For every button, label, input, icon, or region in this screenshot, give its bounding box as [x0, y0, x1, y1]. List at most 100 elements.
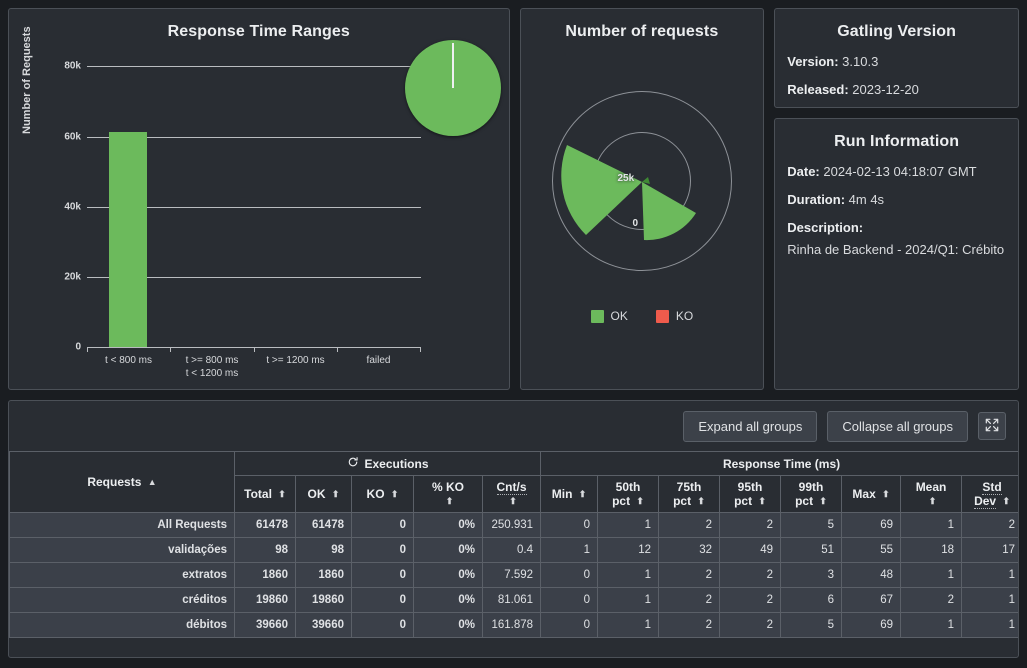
cell-p50: 12 — [597, 537, 660, 563]
column-header-pct-ko[interactable]: % KO ⬆︎ — [413, 475, 483, 513]
column-header-p99-label1: 99th — [798, 480, 824, 494]
cell-max: 55 — [841, 537, 902, 563]
cell-std-dev: 1 — [961, 612, 1018, 638]
cell-total: 1860 — [234, 562, 296, 588]
polar-wedges[interactable] — [521, 61, 766, 311]
cell-std-dev: 2 — [961, 512, 1018, 538]
legend-item-ok[interactable]: OK — [590, 309, 628, 323]
cell-request-name[interactable]: extratos — [9, 562, 235, 588]
cell-min: 0 — [540, 612, 599, 638]
cell-p50: 1 — [597, 512, 660, 538]
legend-item-ko[interactable]: KO — [655, 309, 693, 323]
column-header-p75-label1: 75th — [676, 480, 702, 494]
cell-request-name[interactable]: débitos — [9, 612, 235, 638]
table-row[interactable]: débitos 39660 39660 0 0% 161.878 0 1 2 2… — [9, 612, 1018, 638]
cell-pct-ko: 0% — [413, 612, 483, 638]
pie-slice-divider — [452, 43, 454, 88]
date-row: Date: 2024-02-13 04:18:07 GMT — [787, 161, 1006, 183]
polar-label-0: 0 — [632, 218, 639, 229]
number-of-requests-title: Number of requests — [565, 23, 719, 40]
number-of-requests-legend: OK KO — [521, 309, 764, 323]
column-header-max[interactable]: Max ⬆︎ — [841, 475, 902, 513]
table-row[interactable]: extratos 1860 1860 0 0% 7.592 0 1 2 2 3 … — [9, 562, 1018, 588]
cell-cnt-s: 161.878 — [481, 612, 542, 638]
sort-toggle-icon: ⬆︎ — [1002, 496, 1010, 507]
response-time-ranges-panel: Response Time Ranges Number of Requests … — [8, 8, 510, 390]
column-header-p50[interactable]: 50th pct ⬆︎ — [597, 475, 660, 513]
column-header-mean[interactable]: Mean ⬆︎ — [900, 475, 963, 513]
sort-toggle-icon: ⬆︎ — [819, 496, 827, 507]
cell-request-name[interactable]: All Requests — [9, 512, 235, 538]
response-time-ranges-pie[interactable] — [405, 40, 501, 136]
column-header-p99[interactable]: 99th pct ⬆︎ — [780, 475, 843, 513]
column-header-pct-ko-label2: KO — [446, 480, 464, 494]
table-row[interactable]: All Requests 61478 61478 0 0% 250.931 0 … — [9, 512, 1018, 538]
y-tick-60k: 60k — [64, 131, 81, 143]
cell-p95: 2 — [719, 512, 782, 538]
cell-total: 39660 — [234, 612, 296, 638]
cell-pct-ko: 0% — [413, 512, 483, 538]
column-header-cnt-s[interactable]: Cnt/s ⬆︎ — [481, 475, 542, 513]
x-label-1-line1: t >= 800 ms — [185, 355, 239, 366]
bar-t-lt-800ms[interactable] — [109, 132, 147, 347]
cell-request-name[interactable]: créditos — [9, 587, 235, 613]
collapse-all-groups-button[interactable]: Collapse all groups — [827, 410, 968, 442]
column-header-requests[interactable]: Requests ▲ — [9, 451, 235, 513]
cell-ok: 61478 — [295, 512, 352, 538]
column-header-ok[interactable]: OK ⬆︎ — [295, 475, 352, 513]
table-group-header-row: Requests ▲ Executions Response Time (ms) — [9, 451, 1018, 513]
x-sep-4 — [420, 347, 421, 352]
column-header-p50-label1: 50th — [615, 480, 641, 494]
cell-ok: 98 — [295, 537, 352, 563]
cell-min: 1 — [540, 537, 599, 563]
group-header-response-time: Response Time (ms) — [540, 451, 1018, 476]
sort-toggle-icon: ⬆︎ — [331, 489, 340, 500]
column-header-std-dev[interactable]: Std Dev ⬆︎ — [961, 475, 1018, 513]
released-value: 2023-12-20 — [852, 82, 919, 97]
cell-mean: 18 — [900, 537, 963, 563]
polar-label-25k: 25k — [617, 173, 635, 184]
cell-total: 98 — [234, 537, 296, 563]
column-header-min[interactable]: Min ⬆︎ — [540, 475, 599, 513]
column-header-ko[interactable]: KO ⬆︎ — [351, 475, 414, 513]
x-label-0: t < 800 ms — [105, 355, 152, 366]
date-label: Date: — [787, 164, 820, 179]
column-header-p95-label1: 95th — [737, 480, 763, 494]
column-header-p95[interactable]: 95th pct ⬆︎ — [719, 475, 782, 513]
cell-p99: 6 — [780, 587, 843, 613]
table-row[interactable]: créditos 19860 19860 0 0% 81.061 0 1 2 2… — [9, 587, 1018, 613]
cell-p50: 1 — [597, 587, 660, 613]
column-header-p75-label2: pct — [673, 494, 692, 508]
requests-statistics-table: Requests ▲ Executions Response Time (ms)… — [9, 451, 1018, 638]
column-header-p75[interactable]: 75th pct ⬆︎ — [658, 475, 721, 513]
cell-max: 69 — [841, 512, 902, 538]
cell-p75: 2 — [658, 612, 721, 638]
cell-p95: 2 — [719, 612, 782, 638]
version-label: Version: — [787, 54, 839, 69]
legend-label-ok: OK — [610, 309, 628, 323]
column-header-p95-label2: pct — [734, 494, 753, 508]
y-tick-0: 0 — [75, 341, 81, 353]
x-sep-1 — [170, 347, 171, 352]
expand-all-groups-button[interactable]: Expand all groups — [683, 410, 818, 442]
cell-ok: 39660 — [295, 612, 352, 638]
bar-chart-y-axis-label: Number of Requests — [21, 26, 33, 134]
x-sep-2 — [254, 347, 255, 352]
gatling-version-body: Version: 3.10.3 Released: 2023-12-20 — [775, 41, 1018, 111]
version-value: 3.10.3 — [842, 54, 879, 69]
cell-request-name[interactable]: validações — [9, 537, 235, 563]
cell-min: 0 — [540, 562, 599, 588]
column-header-total[interactable]: Total ⬆︎ — [234, 475, 296, 513]
column-header-ok-label: OK — [307, 487, 326, 501]
gridline-80k — [87, 66, 421, 67]
cell-p75: 2 — [658, 512, 721, 538]
cell-total: 19860 — [234, 587, 296, 613]
sort-asc-icon: ▲ — [147, 477, 157, 488]
cell-p50: 1 — [597, 562, 660, 588]
cell-std-dev: 1 — [961, 562, 1018, 588]
table-body: All Requests 61478 61478 0 0% 250.931 0 … — [9, 512, 1018, 638]
fullscreen-button[interactable] — [978, 412, 1006, 440]
cell-cnt-s: 0.4 — [481, 537, 542, 563]
table-row[interactable]: validações 98 98 0 0% 0.4 1 12 32 49 51 … — [9, 537, 1018, 563]
cell-mean: 1 — [900, 512, 963, 538]
